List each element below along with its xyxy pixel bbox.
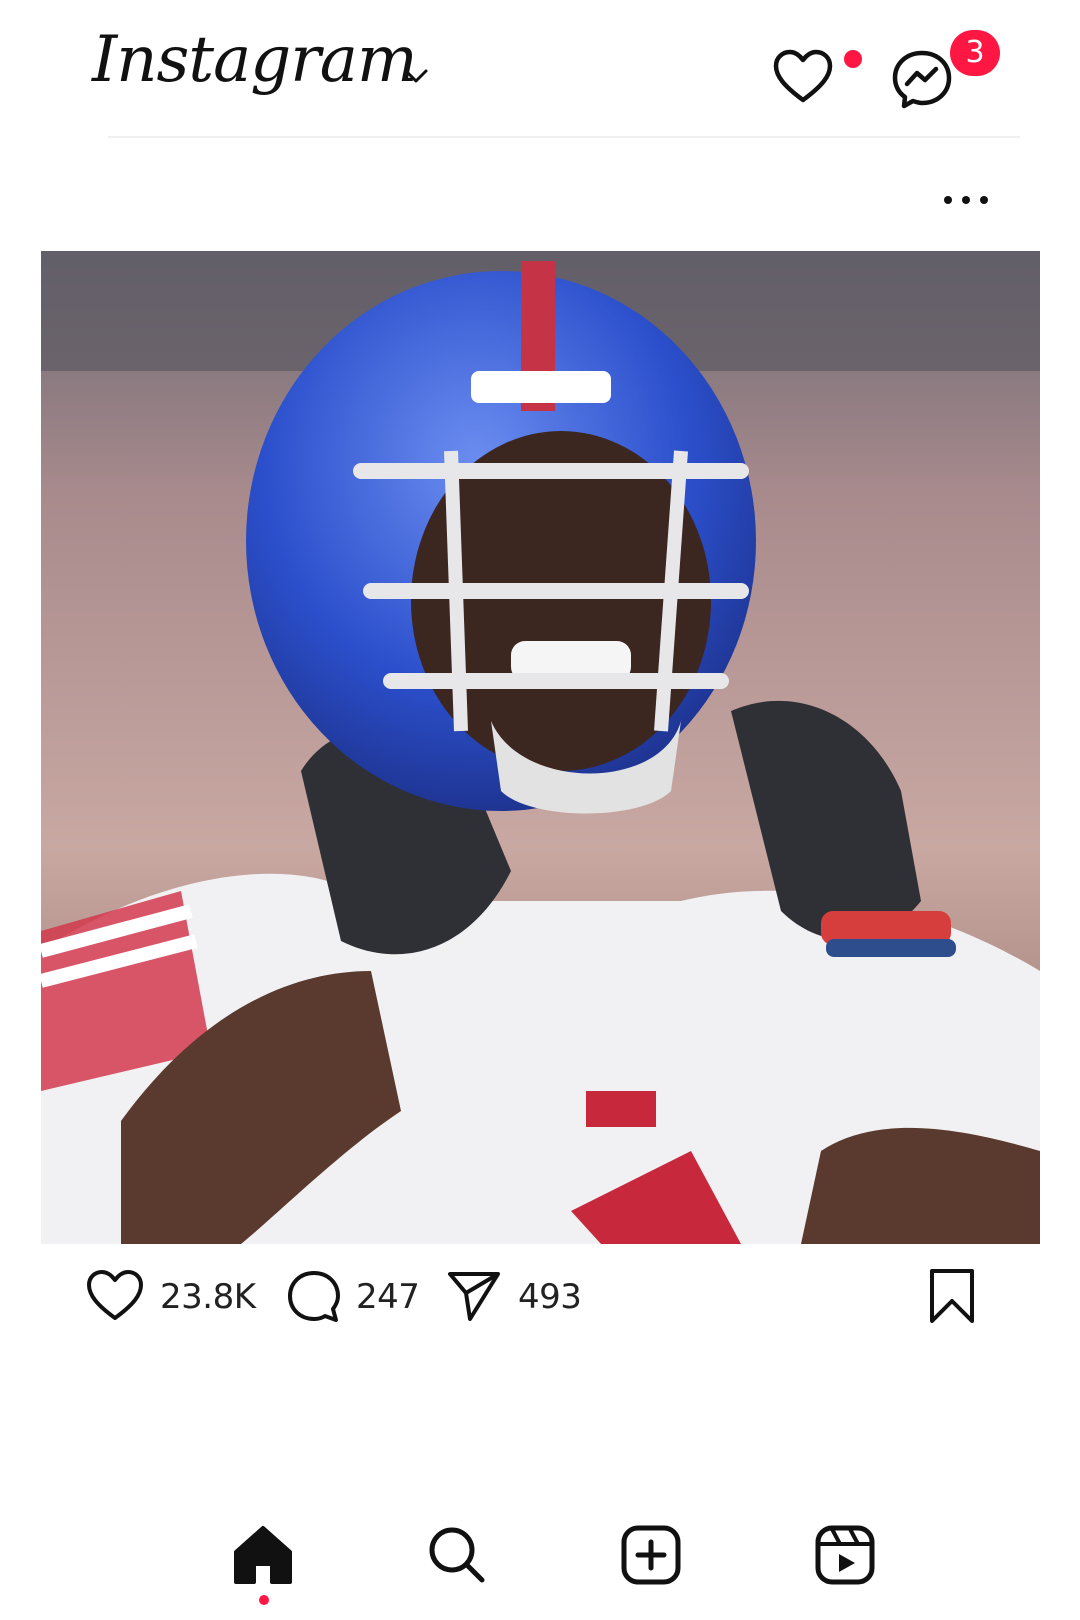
more-options-icon[interactable] — [944, 188, 992, 212]
post-actions: 23.8K 247 493 — [0, 1265, 1080, 1325]
messages-badge: 3 — [950, 30, 1000, 76]
chevron-down-icon[interactable] — [402, 66, 430, 86]
create-post-icon[interactable] — [618, 1522, 684, 1588]
active-tab-indicator — [259, 1595, 269, 1605]
bottom-navigation — [0, 1500, 1080, 1620]
notification-dot — [844, 50, 862, 68]
messenger-icon[interactable] — [890, 48, 954, 110]
post-photo-illustration — [41, 251, 1040, 1244]
search-icon[interactable] — [424, 1522, 490, 1588]
share-icon[interactable] — [446, 1269, 502, 1325]
post-image[interactable] — [41, 251, 1040, 1244]
top-bar: Instagram 3 — [0, 0, 1080, 140]
comment-icon[interactable] — [286, 1269, 342, 1325]
comments-count[interactable]: 247 — [356, 1277, 420, 1317]
header-divider — [108, 136, 1020, 138]
likes-count[interactable]: 23.8K — [160, 1277, 256, 1317]
home-icon[interactable] — [230, 1522, 296, 1588]
instagram-logo[interactable]: Instagram — [92, 28, 418, 92]
shares-count[interactable]: 493 — [518, 1277, 582, 1317]
like-heart-icon[interactable] — [86, 1269, 144, 1323]
heart-icon[interactable] — [772, 48, 834, 106]
reels-icon[interactable] — [812, 1522, 878, 1588]
bookmark-icon[interactable] — [926, 1267, 978, 1325]
